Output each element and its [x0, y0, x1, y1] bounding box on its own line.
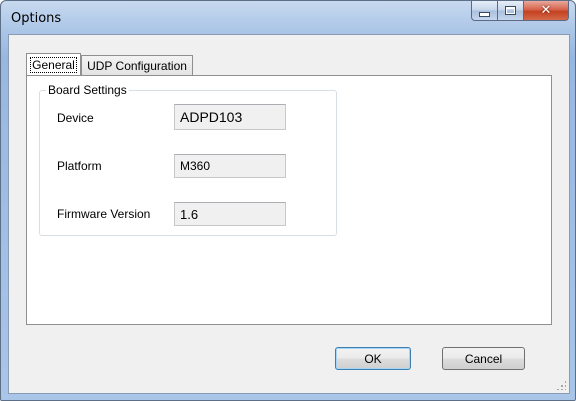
- tab-general-label: General: [30, 56, 77, 73]
- board-settings-title: Board Settings: [46, 83, 129, 97]
- platform-value-field: M360: [174, 154, 286, 178]
- window-title: Options: [11, 11, 62, 26]
- ok-button[interactable]: OK: [335, 347, 411, 370]
- maximize-icon: [505, 6, 516, 15]
- close-icon: ✕: [540, 3, 552, 18]
- window-controls: ✕: [471, 1, 569, 22]
- device-label: Device: [57, 111, 94, 125]
- firmware-version-label: Firmware Version: [57, 207, 151, 221]
- board-settings-group: Board Settings Device ADPD103 Platform M…: [39, 83, 337, 236]
- platform-label: Platform: [57, 159, 102, 173]
- resize-grip-icon[interactable]: [556, 380, 566, 390]
- title-bar[interactable]: Options ✕: [1, 1, 575, 34]
- minimize-icon: [479, 11, 490, 17]
- tab-udp-configuration-label: UDP Configuration: [87, 58, 187, 73]
- tab-general[interactable]: General: [26, 53, 81, 75]
- tab-udp-configuration[interactable]: UDP Configuration: [81, 55, 193, 75]
- close-button[interactable]: ✕: [524, 1, 569, 21]
- minimize-button[interactable]: [471, 1, 498, 21]
- firmware-version-value-field: 1.6: [174, 202, 286, 226]
- cancel-button[interactable]: Cancel: [442, 347, 525, 370]
- maximize-button[interactable]: [498, 1, 524, 21]
- options-window: Options ✕ General UDP Configuration Boar: [0, 0, 576, 401]
- general-tab-panel: Board Settings Device ADPD103 Platform M…: [26, 75, 552, 325]
- dialog-client-area: General UDP Configuration Board Settings…: [8, 34, 570, 394]
- device-value-field: ADPD103: [174, 104, 286, 130]
